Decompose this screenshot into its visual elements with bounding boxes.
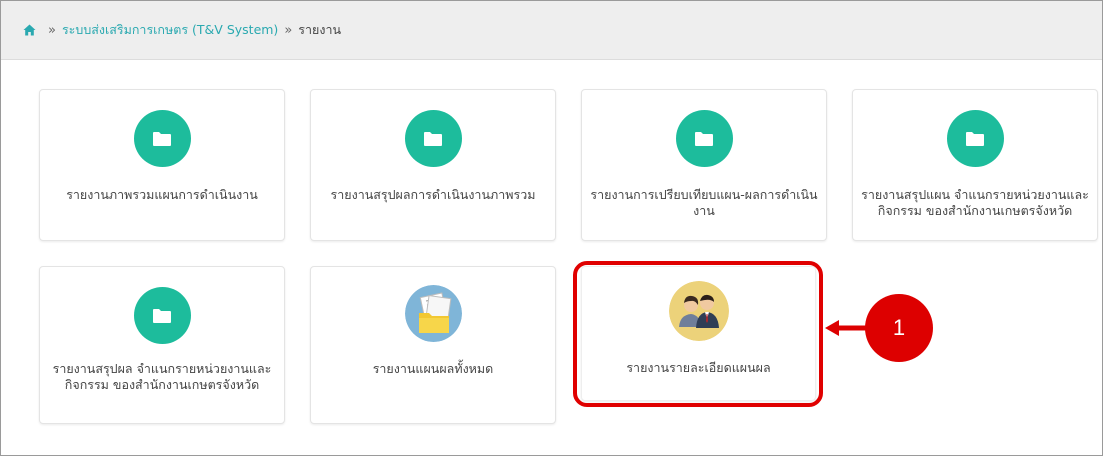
- report-card-overview-plan[interactable]: รายงานภาพรวมแผนการดำเนินงาน: [39, 89, 285, 241]
- report-card-label: รายงานสรุปผล จำแนกรายหน่วยงานและ กิจกรรม…: [44, 361, 280, 393]
- report-card-label: รายงานรายละเอียดแผนผล: [626, 360, 771, 375]
- breadcrumb-system-link[interactable]: ระบบส่งเสริมการเกษตร (T&V System): [62, 20, 278, 40]
- breadcrumb-current: รายงาน: [298, 22, 342, 37]
- report-card-plan-by-unit[interactable]: รายงานสรุปแผน จำแนกรายหน่วยงานและ กิจกรร…: [852, 89, 1098, 241]
- report-card-label-line: รายงานการเปรียบเทียบแผน-ผลการดำเนิน: [590, 187, 818, 202]
- page-frame: » ระบบส่งเสริมการเกษตร (T&V System) » รา…: [0, 0, 1103, 456]
- folder-icon: [946, 110, 1004, 167]
- report-card-label: รายงานการเปรียบเทียบแผน-ผลการดำเนิน งาน: [586, 187, 822, 219]
- report-card-label-line: งาน: [693, 203, 715, 218]
- report-card-label-line: รายงานสรุปผล จำแนกรายหน่วยงานและ: [52, 361, 272, 376]
- report-card-plan-result-details[interactable]: รายงานรายละเอียดแผนผล: [581, 266, 816, 401]
- people-icon: [668, 281, 729, 341]
- folder-icon: [404, 110, 462, 167]
- callout-badge: 1: [865, 294, 933, 362]
- home-icon[interactable]: [23, 24, 36, 36]
- report-card-label: รายงานสรุปผลการดำเนินงานภาพรวม: [330, 187, 536, 202]
- report-card-summary-results[interactable]: รายงานสรุปผลการดำเนินงานภาพรวม: [310, 89, 556, 241]
- report-card-results-by-unit[interactable]: รายงานสรุปผล จำแนกรายหน่วยงานและ กิจกรรม…: [39, 266, 285, 424]
- folder-icon: [133, 287, 191, 344]
- breadcrumb-separator: »: [284, 22, 293, 38]
- folder-icon: [133, 110, 191, 167]
- report-card-label-line: กิจกรรม ของสำนักงานเกษตรจังหวัด: [64, 377, 260, 392]
- report-card-label: รายงานภาพรวมแผนการดำเนินงาน: [66, 187, 258, 202]
- report-card-plan-vs-result[interactable]: รายงานการเปรียบเทียบแผน-ผลการดำเนิน งาน: [581, 89, 827, 241]
- report-card-label-line: รายงานสรุปแผน จำแนกรายหน่วยงานและ: [861, 187, 1089, 202]
- folder-icon: [675, 110, 733, 167]
- breadcrumb-separator: »: [48, 22, 56, 38]
- report-card-label: รายงานแผนผลทั้งหมด: [372, 361, 494, 376]
- report-card-all-plans-results[interactable]: รายงานแผนผลทั้งหมด: [310, 266, 556, 424]
- breadcrumb: » ระบบส่งเสริมการเกษตร (T&V System) » รา…: [1, 1, 1102, 60]
- report-card-label: รายงานสรุปแผน จำแนกรายหน่วยงานและ กิจกรร…: [857, 187, 1093, 219]
- documents-folder-icon: [404, 285, 462, 342]
- report-card-label-line: กิจกรรม ของสำนักงานเกษตรจังหวัด: [877, 203, 1073, 218]
- callout-arrow-icon: [825, 320, 867, 336]
